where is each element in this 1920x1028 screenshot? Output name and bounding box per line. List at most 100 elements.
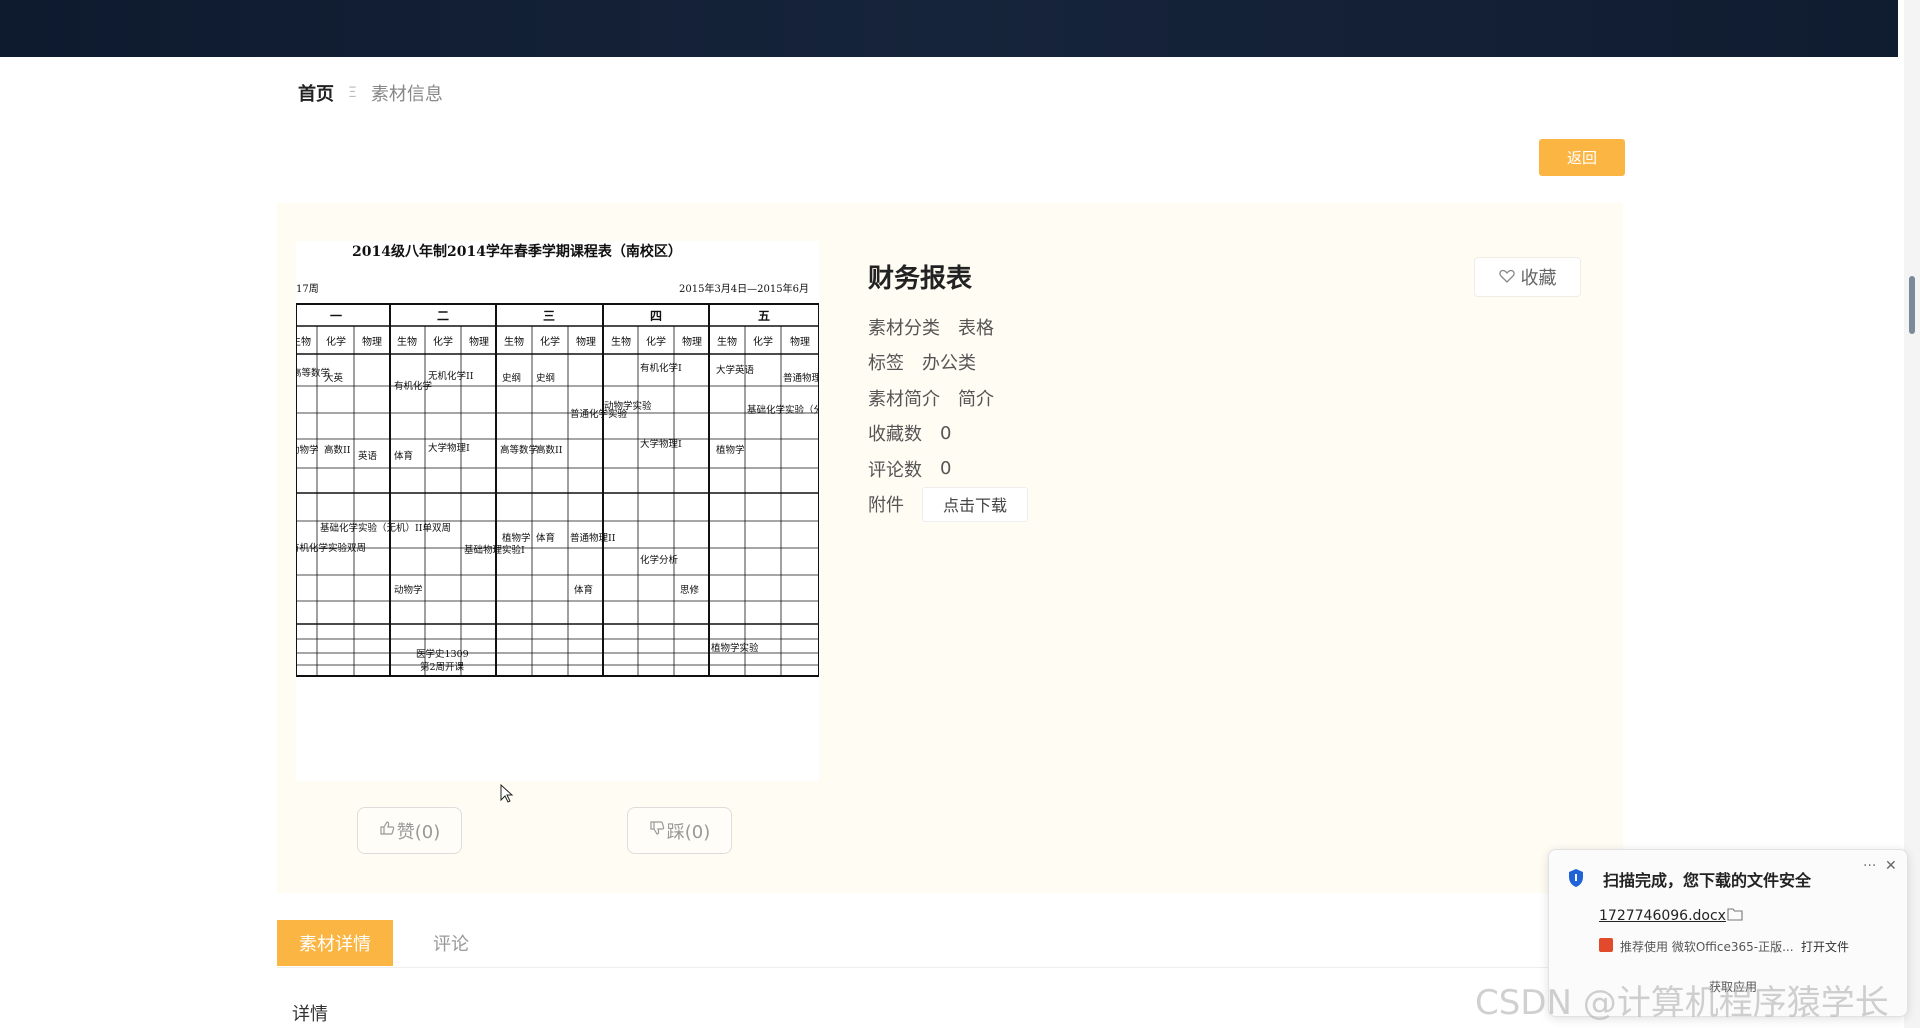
like-label: 赞(0) — [396, 821, 441, 843]
category-value: 表格 — [958, 317, 994, 339]
shield-icon — [1567, 868, 1585, 892]
close-icon[interactable]: ✕ — [1885, 858, 1897, 874]
breadcrumb-separator: Ξ — [348, 85, 357, 101]
comments-row: 评论数 0 — [868, 451, 1028, 487]
heart-outline-icon — [1498, 267, 1515, 288]
app-recommendation: 推荐使用 微软Office365-正版... — [1620, 940, 1794, 954]
office-app-icon — [1599, 938, 1613, 952]
preview-cell: 史纲 — [536, 372, 555, 384]
preview-cell: 大学物理I — [640, 438, 682, 450]
preview-cell: 动物学 — [296, 444, 319, 456]
preview-subject: 物理 — [469, 335, 489, 348]
intro-value: 简介 — [958, 388, 994, 410]
watermark: CSDN @计算机程序猿学长 — [1475, 983, 1889, 1023]
category-label: 素材分类 — [868, 317, 940, 339]
preview-cell: 基础化学实验（无机）II单双周 — [320, 522, 451, 534]
preview-cell: 动物学 — [394, 584, 423, 596]
top-navbar — [0, 0, 1898, 57]
breadcrumb-home[interactable]: 首页 — [298, 80, 334, 106]
tags-row: 标签 办公类 — [868, 345, 1028, 381]
tab-comments[interactable]: 评论 — [393, 920, 509, 966]
downloaded-file-link[interactable]: 1727746096.docx — [1599, 908, 1726, 924]
preview-subject: 物理 — [790, 335, 810, 348]
tags-label: 标签 — [868, 353, 904, 375]
preview-cell: 史纲 — [502, 372, 521, 384]
comments-label: 评论数 — [868, 459, 922, 481]
like-button[interactable]: 赞(0) — [357, 807, 462, 854]
preview-cell: 英语 — [358, 450, 378, 462]
preview-cell: 有机化学实验双周 — [296, 542, 366, 554]
attachment-label: 附件 — [868, 495, 904, 517]
preview-subject: 生物 — [296, 335, 311, 348]
preview-subject: 物理 — [682, 335, 702, 348]
preview-subject: 化学 — [753, 335, 773, 348]
preview-week: 17周 — [296, 283, 319, 295]
tab-details[interactable]: 素材详情 — [277, 920, 393, 966]
preview-cell: 动物学实验 — [604, 400, 652, 412]
preview-subject: 物理 — [576, 335, 596, 348]
material-title: 财务报表 — [868, 264, 973, 294]
details-heading: 详情 — [292, 1004, 328, 1025]
preview-subject: 化学 — [433, 335, 453, 348]
tab-bar: 素材详情 评论 — [277, 920, 1623, 968]
favorite-button[interactable]: 收藏 — [1474, 257, 1581, 297]
preview-subject: 物理 — [362, 335, 382, 348]
preview-day: 一 — [330, 309, 342, 323]
dislike-label: 踩(0) — [666, 821, 711, 843]
thumbs-up-icon — [379, 820, 395, 841]
preview-title: 2014级八年制2014学年春季学期课程表（南校区） — [352, 243, 682, 260]
preview-cell: 有机化学 — [394, 380, 432, 392]
preview-cell: 思修 — [680, 584, 700, 596]
preview-cell: 植物学实验 — [711, 642, 759, 654]
preview-subject: 化学 — [326, 335, 346, 348]
preview-day: 二 — [437, 309, 449, 323]
preview-cell: 高数II — [536, 444, 563, 456]
preview-cell: 体育 — [536, 532, 555, 544]
attachment-row: 附件 点击下载 — [868, 486, 1029, 523]
preview-cell: 植物学 — [502, 532, 531, 544]
preview-subject: 生物 — [504, 335, 524, 348]
preview-cell: 植物学 — [716, 444, 745, 456]
preview-cell: 大英 — [324, 372, 344, 384]
favorites-label: 收藏数 — [868, 424, 922, 446]
download-button[interactable]: 点击下载 — [922, 486, 1029, 522]
back-button[interactable]: 返回 — [1539, 139, 1625, 176]
material-preview-image: 2014级八年制2014学年春季学期课程表（南校区） 17周 2015年3月4日… — [296, 241, 819, 781]
intro-row: 素材简介 简介 — [868, 380, 1028, 416]
cursor-icon — [500, 783, 514, 808]
preview-subject: 化学 — [540, 335, 560, 348]
preview-day: 四 — [650, 309, 662, 323]
folder-icon[interactable] — [1727, 906, 1743, 925]
preview-cell: 大学物理I — [428, 442, 470, 454]
preview-subject: 生物 — [611, 335, 631, 348]
tags-value: 办公类 — [922, 353, 976, 375]
preview-day: 三 — [543, 309, 555, 323]
preview-day: 五 — [758, 309, 770, 323]
favorites-row: 收藏数 0 — [868, 416, 1028, 452]
intro-label: 素材简介 — [868, 388, 940, 410]
preview-subject: 化学 — [646, 335, 666, 348]
open-file-link[interactable]: 打开文件 — [1801, 938, 1849, 955]
dislike-button[interactable]: 踩(0) — [627, 807, 732, 854]
breadcrumb: 首页 Ξ 素材信息 — [298, 80, 443, 106]
preview-cell: 大学英语 — [716, 364, 755, 376]
comments-count: 0 — [940, 458, 952, 480]
preview-subject: 生物 — [717, 335, 737, 348]
preview-cell: 体育 — [574, 584, 593, 596]
preview-cell: 普通物理II — [570, 532, 616, 544]
preview-date-range: 2015年3月4日—2015年6月 — [679, 282, 809, 295]
preview-subject: 生物 — [397, 335, 417, 348]
scrollbar-thumb[interactable] — [1909, 276, 1915, 334]
preview-cell: 基础化学实验（分析）单双周 — [747, 404, 819, 416]
preview-cell: 基础物理实验I — [464, 544, 525, 556]
thumbs-down-icon — [649, 820, 665, 841]
preview-cell: 化学分析 — [640, 554, 679, 566]
more-options-icon[interactable]: ··· — [1863, 858, 1876, 874]
preview-cell: 有机化学I — [640, 362, 682, 374]
preview-cell: 医学史1309 — [416, 648, 469, 660]
favorite-label: 收藏 — [1520, 268, 1557, 289]
preview-cell: 高等数学 — [500, 444, 538, 456]
category-row: 素材分类 表格 — [868, 309, 1028, 345]
preview-cell: 普通物理II — [783, 372, 819, 384]
notification-title: 扫描完成，您下载的文件安全 — [1603, 871, 1812, 890]
